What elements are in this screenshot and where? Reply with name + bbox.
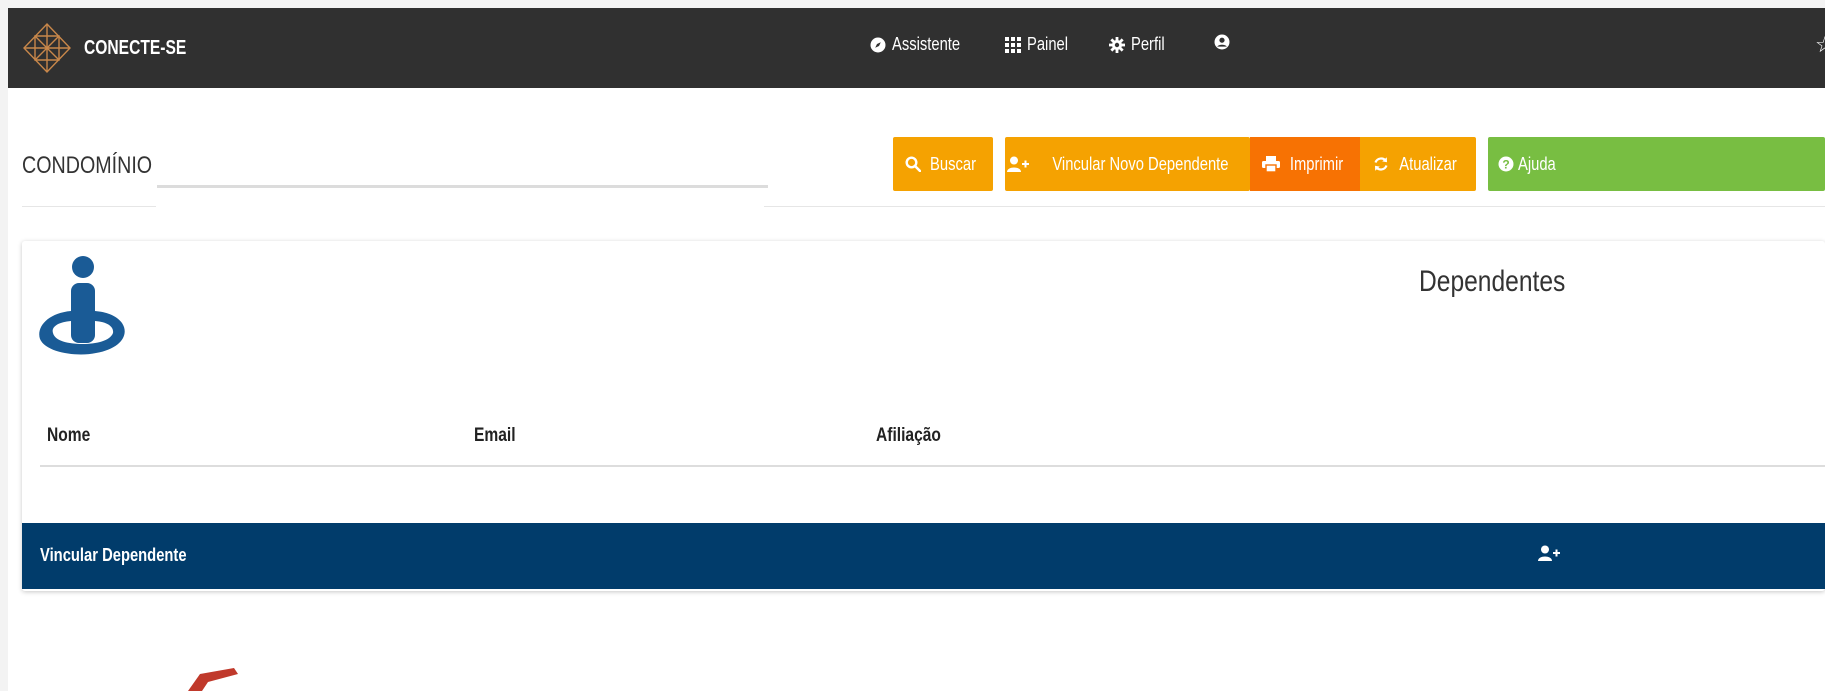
compass-icon (870, 37, 886, 52)
imprimir-label: Imprimir (1289, 153, 1343, 174)
nav-painel-label: Painel (1027, 34, 1069, 54)
svg-text:?: ? (1502, 157, 1509, 171)
buscar-label: Buscar (930, 153, 976, 174)
condominio-input[interactable] (157, 185, 768, 188)
nav-assistente-label: Assistente (892, 34, 961, 54)
divider (22, 206, 156, 207)
nav-user[interactable] (1214, 34, 1230, 50)
refresh-icon (1374, 157, 1388, 171)
pointer-arrow-icon (188, 668, 238, 691)
vincular-dependente-bar[interactable]: Vincular Dependente (22, 523, 1825, 589)
column-header-afiliacao: Afiliação (876, 425, 941, 446)
nav-perfil-label: Perfil (1131, 34, 1165, 54)
search-icon (905, 156, 921, 172)
nav-assistente[interactable]: Assistente (870, 34, 975, 55)
buscar-button[interactable]: Buscar (893, 137, 993, 191)
column-header-email: Email (474, 425, 516, 446)
user-plus-icon[interactable] (1538, 544, 1560, 562)
brand-title[interactable]: CONECTE-SE (84, 37, 186, 60)
divider (764, 206, 1825, 207)
nav-perfil[interactable]: Perfil (1109, 34, 1172, 55)
atualizar-button[interactable]: Atualizar (1360, 137, 1476, 191)
user-circle-icon (1214, 34, 1230, 50)
logo-icon[interactable] (22, 22, 72, 74)
grid-icon (1005, 36, 1021, 53)
column-header-nome: Nome (47, 425, 91, 446)
user-plus-icon (1007, 156, 1030, 172)
imprimir-button[interactable]: Imprimir (1250, 137, 1360, 191)
vincular-dependente-label: Vincular Dependente (40, 545, 187, 565)
vincular-novo-label: Vincular Novo Dependente (1052, 153, 1229, 174)
ajuda-button[interactable]: ? Ajuda (1488, 137, 1825, 191)
table-header-divider (40, 465, 1825, 467)
condominio-label: CONDOMÍNIO (22, 152, 153, 179)
vincular-novo-dependente-button[interactable]: Vincular Novo Dependente (1005, 137, 1250, 191)
card-title: Dependentes (1419, 265, 1566, 298)
printer-icon (1261, 156, 1280, 172)
nav-painel[interactable]: Painel (1005, 34, 1077, 55)
help-icon: ? (1498, 156, 1514, 172)
atualizar-label: Atualizar (1399, 153, 1457, 174)
ajuda-label: Ajuda (1518, 153, 1556, 174)
gear-icon (1109, 36, 1125, 53)
star-icon[interactable]: ☆ (1815, 32, 1825, 58)
top-navbar: CONECTE-SE Assistente Painel Perfil ☆ (8, 8, 1825, 88)
dependent-person-icon (39, 256, 125, 355)
